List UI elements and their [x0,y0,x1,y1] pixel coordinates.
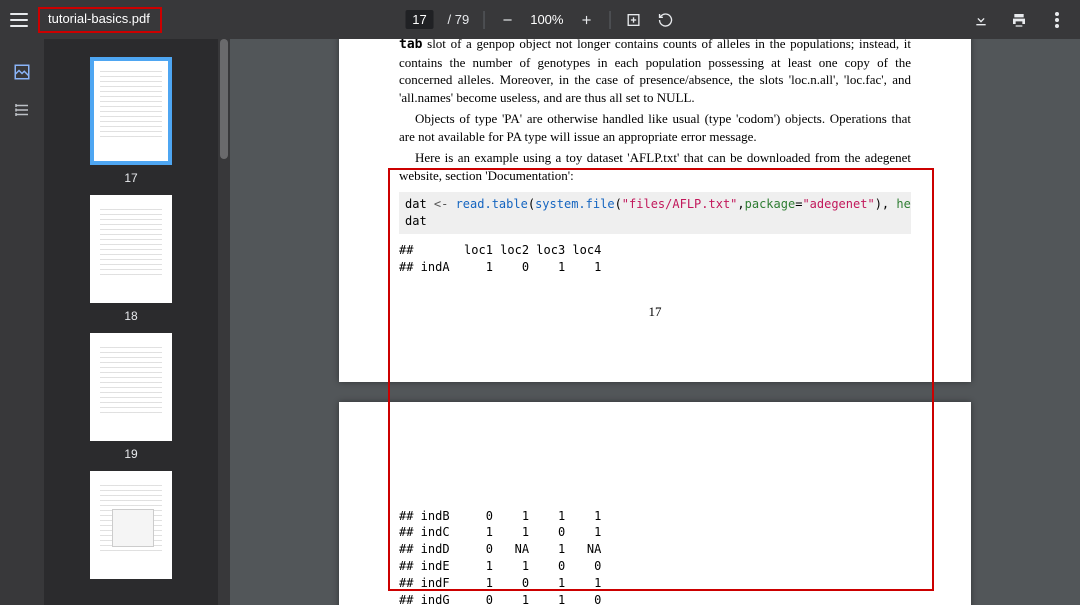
thumbnail-number: 17 [124,171,137,185]
page-18: ## indB 0 1 1 1 ## indC 1 1 0 1 ## indD … [339,402,971,605]
document-viewer[interactable]: tab slot of a genpop object not longer c… [230,39,1080,605]
pdf-toolbar: tutorial-basics.pdf / 79 100% [0,0,1080,39]
thumbnail-page[interactable] [90,471,172,579]
filename-label: tutorial-basics.pdf [48,11,150,26]
outline-view-icon[interactable] [13,101,31,119]
thumbnails-view-icon[interactable] [13,63,31,81]
side-icon-strip [0,39,44,605]
print-button[interactable] [1010,11,1028,29]
thumb-scrollbar[interactable] [218,39,230,605]
paragraph: tab slot of a genpop object not longer c… [399,39,911,106]
code-output: ## loc1 loc2 loc3 loc4 ## indA 1 0 1 1 [399,242,911,276]
rotate-button[interactable] [656,11,674,29]
page-number-input[interactable] [406,10,434,29]
thumbnail-page[interactable] [90,195,172,303]
download-button[interactable] [972,11,990,29]
toolbar-right [972,11,1080,29]
thumbnail[interactable]: 17 [90,57,172,185]
thumbnail-number: 19 [124,447,137,461]
more-button[interactable] [1048,11,1066,29]
divider [609,11,610,29]
menu-icon[interactable] [10,13,28,27]
thumbnails-panel[interactable]: 17 18 19 [44,39,218,605]
code-block: dat <- read.table(system.file("files/AFL… [399,192,911,234]
thumbnail-number: 18 [124,309,137,323]
zoom-in-button[interactable] [577,11,595,29]
thumbnail[interactable]: 19 [90,333,172,461]
toolbar-left: tutorial-basics.pdf [0,7,162,33]
paragraph: Here is an example using a toy dataset '… [399,149,911,184]
thumbnail-page[interactable] [90,333,172,441]
divider [483,11,484,29]
paragraph: Objects of type 'PA' are otherwise handl… [399,110,911,145]
thumbnail[interactable]: 18 [90,195,172,323]
content-area: 17 18 19 tab slot of a genpop object not… [0,39,1080,605]
zoom-out-button[interactable] [498,11,516,29]
filename-highlight: tutorial-basics.pdf [38,7,162,33]
zoom-level-label: 100% [530,12,563,27]
page-total-label: / 79 [448,12,470,27]
page-number: 17 [399,282,911,342]
toolbar-center: / 79 100% [406,10,675,29]
code-output: ## indB 0 1 1 1 ## indC 1 1 0 1 ## indD … [399,508,911,605]
page-17: tab slot of a genpop object not longer c… [339,39,971,382]
thumbnail[interactable] [90,471,172,579]
fit-page-button[interactable] [624,11,642,29]
thumbnail-page[interactable] [90,57,172,165]
